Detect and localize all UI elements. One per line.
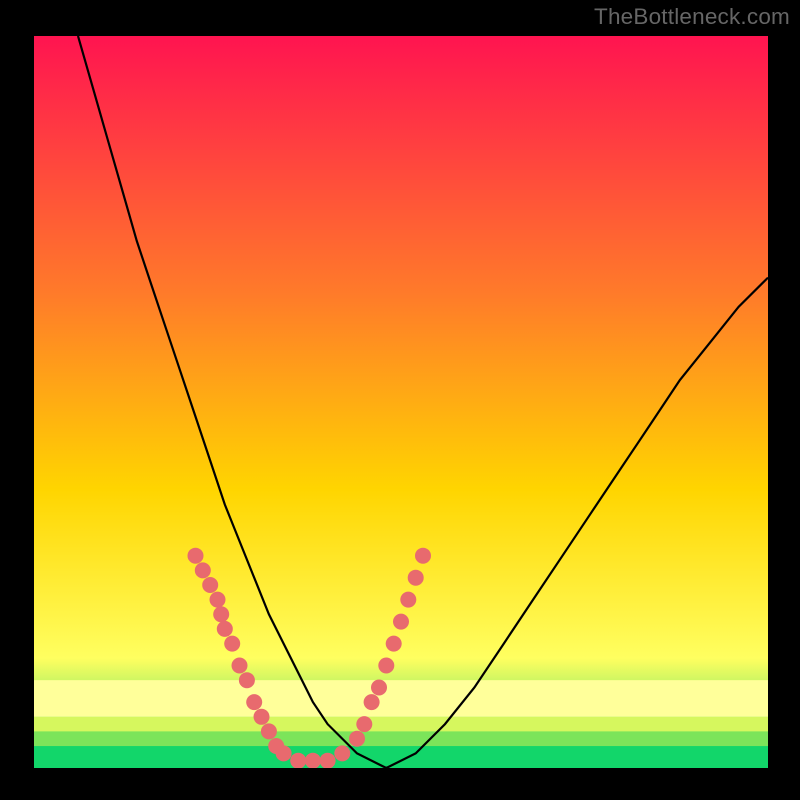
marker-dot [210, 592, 226, 608]
plot-svg [34, 36, 768, 768]
marker-dot [202, 577, 218, 593]
marker-dot [400, 592, 416, 608]
marker-dot [415, 548, 431, 564]
marker-dot [188, 548, 204, 564]
marker-dot [378, 658, 394, 674]
marker-dot [290, 753, 306, 768]
marker-dot [371, 680, 387, 696]
marker-dot [320, 753, 336, 768]
marker-dot [349, 731, 365, 747]
marker-dot [408, 570, 424, 586]
marker-dot [254, 709, 270, 725]
marker-dot [276, 745, 292, 761]
marker-dot [213, 606, 229, 622]
chart-frame: TheBottleneck.com [0, 0, 800, 800]
band [34, 680, 768, 717]
marker-dot [356, 716, 372, 732]
band [34, 731, 768, 746]
band [34, 746, 768, 768]
marker-dot [217, 621, 233, 637]
marker-dot [232, 658, 248, 674]
marker-dot [239, 672, 255, 688]
marker-dot [261, 723, 277, 739]
watermark-text: TheBottleneck.com [594, 4, 790, 30]
marker-dot [224, 636, 240, 652]
marker-dot [386, 636, 402, 652]
bottom-color-bands [34, 680, 768, 768]
marker-dot [246, 694, 262, 710]
band [34, 717, 768, 732]
marker-dot [305, 753, 321, 768]
gradient-background [34, 36, 768, 768]
marker-dot [195, 562, 211, 578]
plot-area [34, 36, 768, 768]
marker-dot [334, 745, 350, 761]
marker-dot [364, 694, 380, 710]
marker-dot [393, 614, 409, 630]
